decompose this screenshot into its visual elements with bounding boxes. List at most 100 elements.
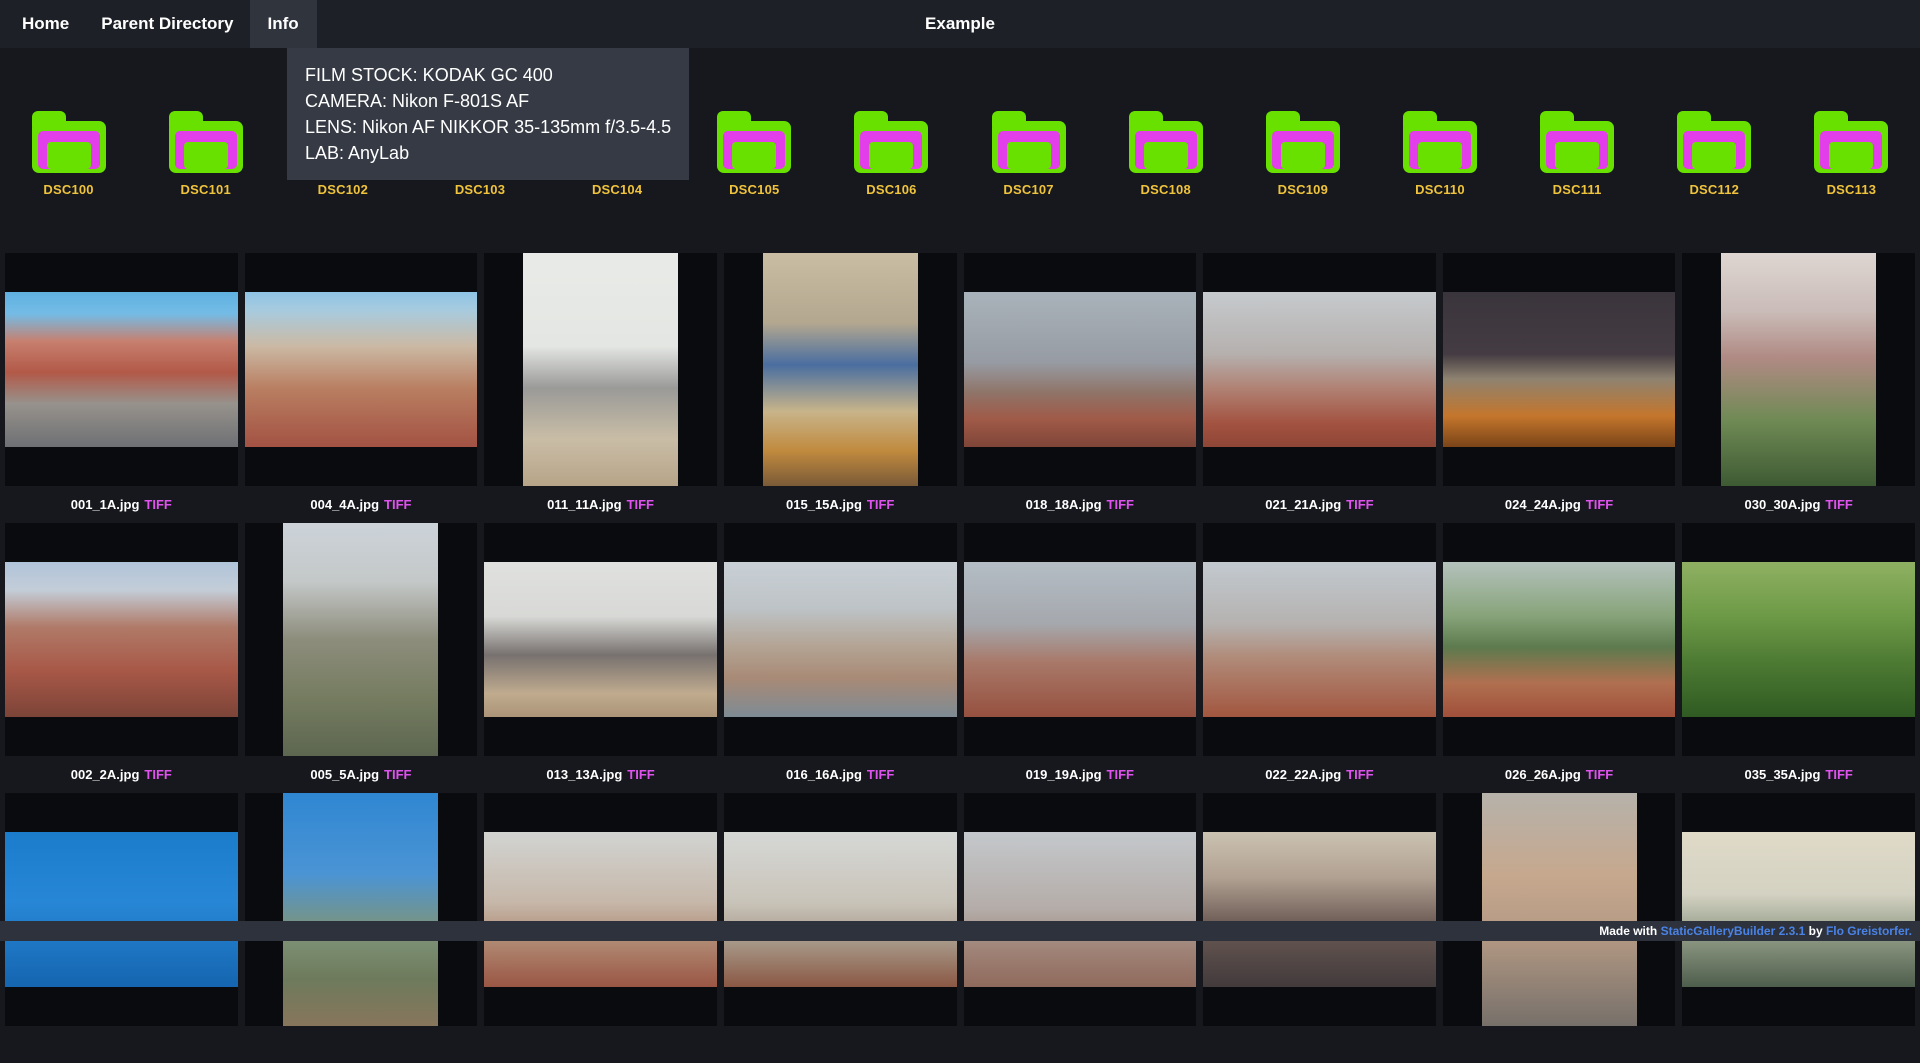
folder-item[interactable]: DSC112 [1646,111,1783,197]
photo-image [5,292,238,447]
folder-item[interactable]: DSC109 [1234,111,1371,197]
photo-filename: 011_11A.jpg [547,497,621,512]
photo-format-link[interactable]: TIFF [1107,767,1134,782]
photo-format-link[interactable]: TIFF [867,767,894,782]
gallery-cell: 016_16A.jpg TIFF [724,523,957,793]
photo-thumbnail[interactable] [1203,253,1436,486]
folder-item[interactable]: DSC107 [960,111,1097,197]
photo-caption: 016_16A.jpg TIFF [724,756,957,793]
nav-item-parent-directory[interactable]: Parent Directory [101,0,233,48]
photo-caption: 026_26A.jpg TIFF [1443,756,1676,793]
folder-icon [854,111,928,173]
photo-thumbnail[interactable] [245,253,478,486]
photo-caption: 002_2A.jpg TIFF [5,756,238,793]
photo-thumbnail[interactable] [964,253,1197,486]
folder-item[interactable]: DSC101 [137,111,274,197]
photo-thumbnail[interactable] [1203,523,1436,756]
photo-format-link[interactable]: TIFF [144,497,171,512]
photo-caption [724,1026,957,1063]
photo-image [964,832,1197,987]
photo-filename: 026_26A.jpg [1505,767,1581,782]
photo-thumbnail[interactable] [5,253,238,486]
photo-caption: 005_5A.jpg TIFF [245,756,478,793]
folder-item[interactable]: DSC105 [686,111,823,197]
photo-format-link[interactable]: TIFF [627,767,654,782]
photo-image [1721,253,1876,486]
photo-thumbnail[interactable] [1443,793,1676,1026]
photo-thumbnail[interactable] [724,523,957,756]
photo-thumbnail[interactable] [245,523,478,756]
photo-thumbnail[interactable] [1443,253,1676,486]
photo-format-link[interactable]: TIFF [1346,767,1373,782]
photo-image [5,562,238,717]
folder-name: DSC112 [1689,182,1739,197]
photo-filename: 030_30A.jpg [1745,497,1821,512]
photo-format-link[interactable]: TIFF [144,767,171,782]
photo-thumbnail[interactable] [484,253,717,486]
photo-thumbnail[interactable] [1203,793,1436,1026]
photo-filename: 019_19A.jpg [1026,767,1102,782]
gallery-cell: 019_19A.jpg TIFF [964,523,1197,793]
photo-format-link[interactable]: TIFF [384,767,411,782]
photo-thumbnail[interactable] [1682,523,1915,756]
builder-link[interactable]: StaticGalleryBuilder 2.3.1 [1661,924,1806,938]
photo-thumbnail[interactable] [5,523,238,756]
photo-thumbnail[interactable] [724,793,957,1026]
photo-format-link[interactable]: TIFF [1586,497,1613,512]
photo-format-link[interactable]: TIFF [1825,497,1852,512]
photo-thumbnail[interactable] [484,523,717,756]
thumbnail-row: 002_2A.jpg TIFF 005_5A.jpg TIFF 013_13A.… [5,523,1915,793]
folder-icon [1403,111,1477,173]
photo-caption [5,1026,238,1063]
photo-image [724,832,957,987]
photo-image [964,292,1197,447]
folder-icon [1814,111,1888,173]
photo-image [1203,292,1436,447]
photo-thumbnail[interactable] [1682,793,1915,1026]
photo-format-link[interactable]: TIFF [1825,767,1852,782]
folder-item[interactable]: DSC113 [1783,111,1920,197]
photo-image [1443,292,1676,447]
photo-format-link[interactable]: TIFF [1586,767,1613,782]
photo-thumbnail[interactable] [1682,253,1915,486]
photo-image [763,253,918,486]
nav-item-info[interactable]: Info [250,0,317,48]
author-link[interactable]: Flo Greistorfer. [1826,924,1912,938]
photo-thumbnail[interactable] [964,793,1197,1026]
folder-item[interactable]: DSC110 [1371,111,1508,197]
photo-caption: 018_18A.jpg TIFF [964,486,1197,523]
photo-caption: 035_35A.jpg TIFF [1682,756,1915,793]
photo-caption: 024_24A.jpg TIFF [1443,486,1676,523]
photo-caption [1443,1026,1676,1063]
gallery-cell: 035_35A.jpg TIFF [1682,523,1915,793]
photo-format-link[interactable]: TIFF [867,497,894,512]
gallery-cell: 011_11A.jpg TIFF [484,253,717,523]
folder-icon [169,111,243,173]
photo-thumbnail[interactable] [1443,523,1676,756]
folder-item[interactable]: DSC100 [0,111,137,197]
photo-filename: 016_16A.jpg [786,767,862,782]
gallery-cell: 018_18A.jpg TIFF [964,253,1197,523]
photo-format-link[interactable]: TIFF [627,497,654,512]
photo-thumbnail[interactable] [964,523,1197,756]
photo-caption: 019_19A.jpg TIFF [964,756,1197,793]
folder-icon [1129,111,1203,173]
photo-format-link[interactable]: TIFF [1107,497,1134,512]
footer-prefix-text: Made with [1599,924,1660,938]
photo-filename: 018_18A.jpg [1026,497,1102,512]
photo-thumbnail[interactable] [5,793,238,1026]
photo-image [484,832,717,987]
folder-icon [992,111,1066,173]
photo-thumbnail[interactable] [724,253,957,486]
tooltip-line-lens: LENS: Nikon AF NIKKOR 35-135mm f/3.5-4.5 [305,114,671,140]
photo-image [283,523,438,756]
photo-thumbnail[interactable] [484,793,717,1026]
photo-format-link[interactable]: TIFF [384,497,411,512]
folder-item[interactable]: DSC106 [823,111,960,197]
folder-item[interactable]: DSC108 [1097,111,1234,197]
nav-item-home[interactable]: Home [22,0,69,48]
photo-thumbnail[interactable] [245,793,478,1026]
photo-format-link[interactable]: TIFF [1346,497,1373,512]
folder-name: DSC111 [1553,182,1602,197]
folder-item[interactable]: DSC111 [1509,111,1646,197]
